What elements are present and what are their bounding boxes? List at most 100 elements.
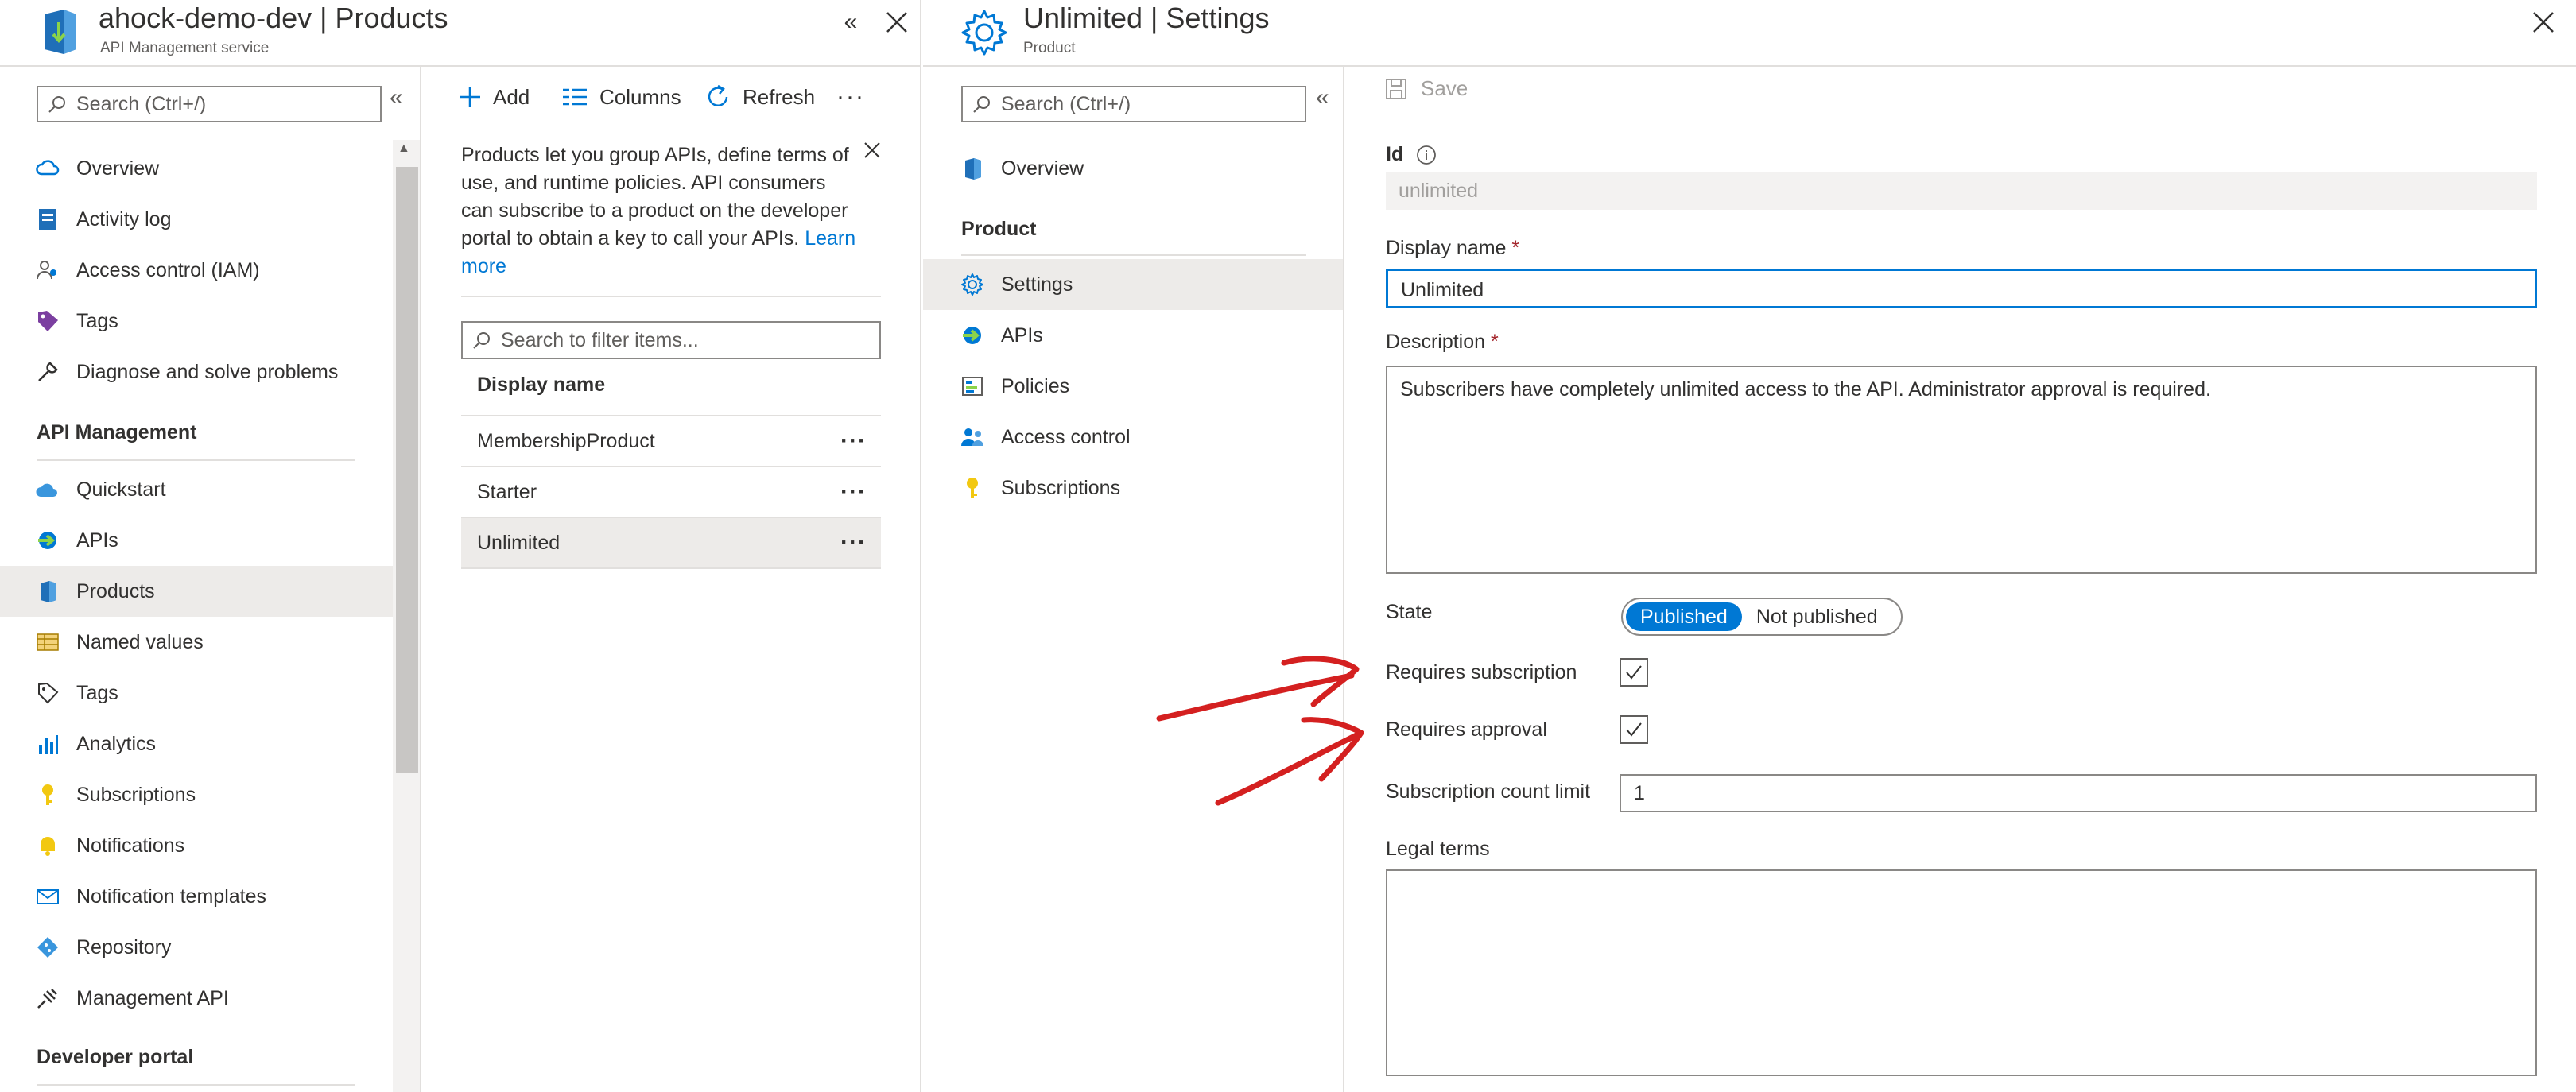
menu-item-management-api[interactable]: Management API xyxy=(0,973,420,1024)
required-marker: * xyxy=(1491,331,1499,353)
products-blade: ahock-demo-dev | Products API Management… xyxy=(0,0,921,1092)
people-icon xyxy=(35,258,60,283)
activity-log-icon xyxy=(35,207,60,232)
legal-terms-textarea[interactable] xyxy=(1386,869,2537,1076)
close-icon[interactable] xyxy=(881,6,913,38)
menu-item-repository[interactable]: Repository xyxy=(0,922,420,973)
table-row[interactable]: Unlimited ··· xyxy=(461,518,881,569)
menu-item-subscriptions[interactable]: Subscriptions xyxy=(923,463,1343,513)
menu-item-overview[interactable]: Overview xyxy=(923,143,1343,194)
column-header-display-name[interactable]: Display name xyxy=(477,374,605,397)
menu-item-products[interactable]: Products xyxy=(0,566,420,617)
bar-chart-icon xyxy=(35,731,60,757)
state-toggle[interactable]: Published Not published xyxy=(1621,598,1903,636)
columns-icon xyxy=(561,86,588,108)
search-icon xyxy=(472,331,491,350)
menu-item-policies[interactable]: Policies xyxy=(923,361,1343,412)
dismiss-info-icon[interactable] xyxy=(863,141,881,159)
api-arrow-icon xyxy=(35,528,60,553)
menu-item-analytics[interactable]: Analytics xyxy=(0,718,420,769)
menu-item-notifications[interactable]: Notifications xyxy=(0,820,420,871)
menu-search-input[interactable]: Search (Ctrl+/) xyxy=(37,86,382,122)
bell-icon xyxy=(35,833,60,858)
close-icon[interactable] xyxy=(2528,6,2559,38)
settings-resource-menu: Search (Ctrl+/) « Overview Product Setti… xyxy=(923,67,1344,1092)
scroll-up-icon[interactable]: ▲ xyxy=(398,141,410,156)
git-icon xyxy=(35,935,60,960)
menu-item-apis[interactable]: APIs xyxy=(923,310,1343,361)
section-divider xyxy=(961,254,1306,256)
menu-item-activity-log[interactable]: Activity log xyxy=(0,194,420,245)
policies-icon xyxy=(960,374,985,399)
more-actions-button[interactable]: ··· xyxy=(836,78,865,116)
table-icon xyxy=(35,629,60,655)
key-icon xyxy=(35,782,60,807)
menu-item-apis[interactable]: APIs xyxy=(0,515,420,566)
info-text: Products let you group APIs, define term… xyxy=(461,144,849,250)
products-resource-menu: Search (Ctrl+/) « Overview Activity log … xyxy=(0,67,421,1092)
description-textarea[interactable]: Subscribers have completely unlimited ac… xyxy=(1386,366,2537,574)
menu-item-access-control[interactable]: Access control xyxy=(923,412,1343,463)
columns-button[interactable]: Columns xyxy=(561,78,681,116)
menu-item-settings[interactable]: Settings xyxy=(923,259,1343,310)
menu-item-access-control[interactable]: Access control (IAM) xyxy=(0,245,420,296)
tag-outline-icon xyxy=(35,680,60,706)
requires-approval-checkbox[interactable] xyxy=(1620,715,1648,744)
display-name-input[interactable]: Unlimited xyxy=(1386,269,2537,308)
settings-search-input[interactable]: Search (Ctrl+/) xyxy=(961,86,1306,122)
state-not-published-option[interactable]: Not published xyxy=(1742,602,1892,631)
products-blade-subtitle: API Management service xyxy=(100,40,270,56)
collapse-menu-icon[interactable]: « xyxy=(1316,84,1329,111)
table-row[interactable]: Starter ··· xyxy=(461,467,881,518)
save-button[interactable]: Save xyxy=(1384,76,1468,101)
divider xyxy=(461,296,881,297)
requires-subscription-checkbox[interactable] xyxy=(1620,658,1648,687)
api-arrow-icon xyxy=(960,323,985,348)
products-blade-header: ahock-demo-dev | Products API Management… xyxy=(0,0,920,67)
cloud-icon xyxy=(35,477,60,502)
settings-blade-header: Unlimited | Settings Product xyxy=(923,0,2576,67)
add-button[interactable]: Add xyxy=(458,78,530,116)
wrench-icon xyxy=(35,359,60,385)
section-developer-portal: Developer portal xyxy=(37,1046,194,1068)
search-icon xyxy=(48,95,67,114)
menu-item-diagnose[interactable]: Diagnose and solve problems xyxy=(0,347,420,397)
id-field: unlimited xyxy=(1386,172,2537,210)
menu-item-notification-templates[interactable]: Notification templates xyxy=(0,871,420,922)
state-published-option[interactable]: Published xyxy=(1626,602,1742,631)
tag-icon xyxy=(35,308,60,334)
products-blade-title: ahock-demo-dev | Products xyxy=(99,2,448,34)
menu-item-tags-api[interactable]: Tags xyxy=(0,668,420,718)
row-more-icon[interactable]: ··· xyxy=(840,529,867,556)
menu-item-quickstart[interactable]: Quickstart xyxy=(0,464,420,515)
search-icon xyxy=(972,95,991,114)
product-icon xyxy=(960,156,985,181)
row-more-icon[interactable]: ··· xyxy=(840,428,867,455)
people-icon xyxy=(960,424,985,450)
id-label: Id xyxy=(1386,143,1404,165)
required-marker: * xyxy=(1511,237,1520,259)
collapse-menu-icon[interactable]: « xyxy=(390,84,403,111)
section-product: Product xyxy=(961,218,1037,240)
info-icon[interactable] xyxy=(1416,145,1437,165)
menu-scrollbar-thumb[interactable] xyxy=(396,167,418,773)
display-name-label: Display name * xyxy=(1386,237,1520,259)
product-icon xyxy=(35,579,60,604)
menu-item-named-values[interactable]: Named values xyxy=(0,617,420,668)
refresh-button[interactable]: Refresh xyxy=(704,78,815,116)
menu-item-subscriptions[interactable]: Subscriptions xyxy=(0,769,420,820)
subscription-count-limit-input[interactable]: 1 xyxy=(1620,774,2537,812)
menu-item-tags[interactable]: Tags xyxy=(0,296,420,347)
row-more-icon[interactable]: ··· xyxy=(840,478,867,505)
table-row[interactable]: MembershipProduct ··· xyxy=(461,416,881,467)
key-icon xyxy=(960,475,985,501)
cloud-icon xyxy=(35,156,60,181)
section-divider xyxy=(37,459,355,461)
requires-approval-label: Requires approval xyxy=(1386,718,1547,741)
filter-input[interactable]: Search to filter items... xyxy=(461,321,881,359)
collapse-blade-icon[interactable]: « xyxy=(835,6,867,38)
filter-placeholder: Search to filter items... xyxy=(501,328,699,351)
section-divider xyxy=(37,1084,355,1086)
menu-item-overview[interactable]: Overview xyxy=(0,143,420,194)
settings-blade-subtitle: Product xyxy=(1023,40,1076,56)
